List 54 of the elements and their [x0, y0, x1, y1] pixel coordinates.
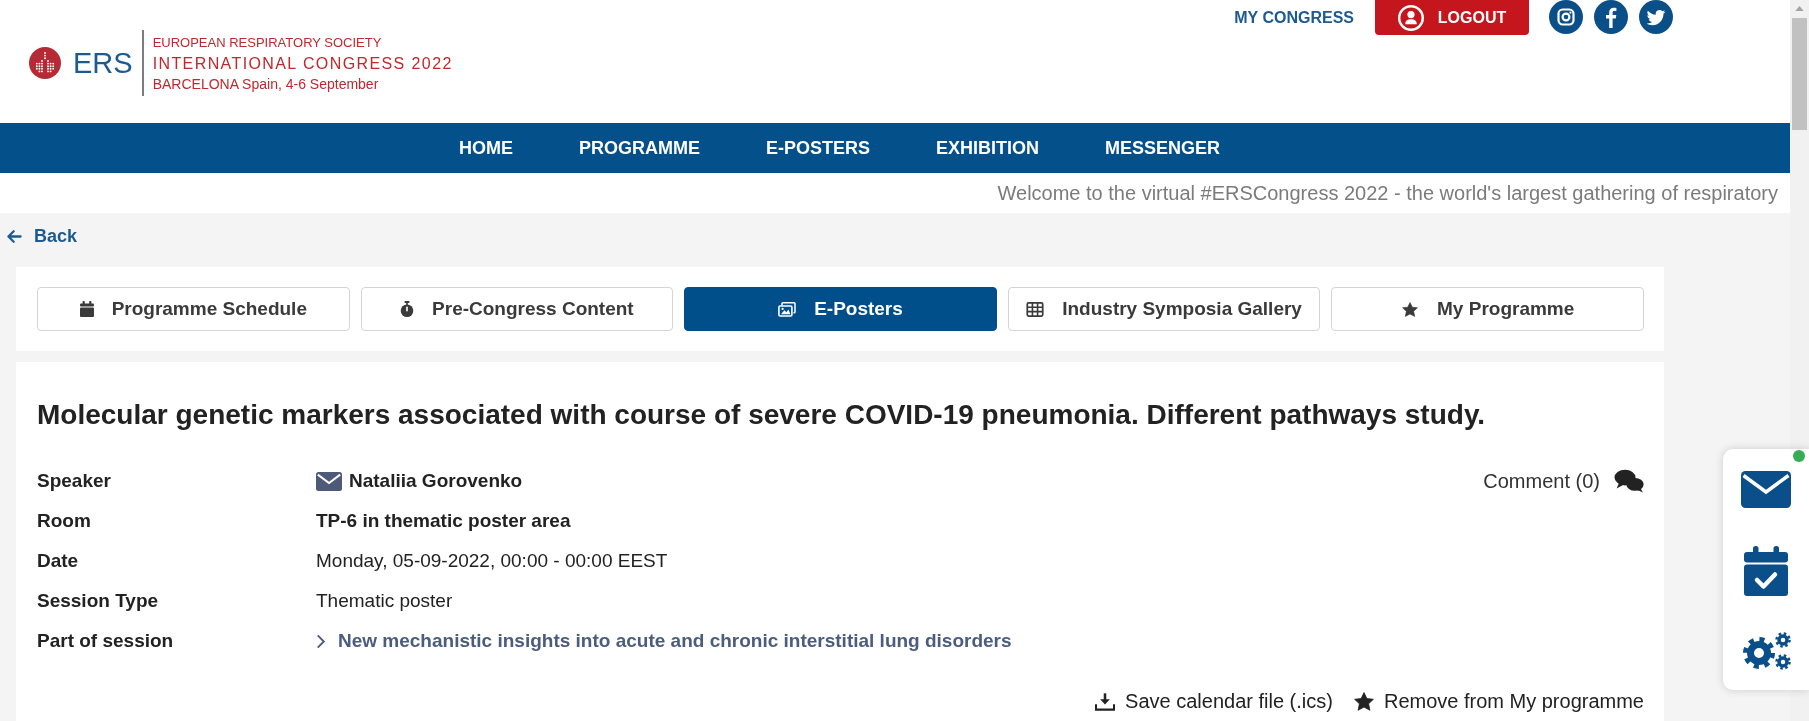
scrollbar-track[interactable] [1790, 690, 1809, 721]
tab[interactable]: Pre-Congress Content [360, 287, 674, 331]
instagram-icon[interactable] [1549, 0, 1583, 34]
session-link[interactable]: New mechanistic insights into acute and chronic interstitial lung disorders [316, 630, 1012, 652]
detail-label: Date [37, 550, 80, 572]
congress-name: INTERNATIONAL CONGRESS 2022 [152, 53, 453, 74]
nav-link[interactable]: PROGRAMME [579, 123, 700, 173]
chat-bubbles-icon [1614, 469, 1644, 493]
congress-location: BARCELONA Spain, 4-6 September [152, 74, 380, 94]
nav-link[interactable]: HOME [459, 123, 513, 173]
back-link[interactable]: Back [7, 223, 78, 249]
detail-value: Thematic poster [316, 590, 454, 612]
remove-from-programme-button[interactable]: Remove from My programme [1353, 689, 1644, 713]
calendar-icon [79, 301, 94, 317]
scrollbar-track[interactable] [1790, 0, 1809, 449]
society-name: EUROPEAN RESPIRATORY SOCIETY [152, 33, 383, 52]
scrollbar-thumb[interactable] [1792, 18, 1807, 130]
nav-link[interactable]: EXHIBITION [936, 123, 1040, 173]
gears-icon[interactable] [1741, 631, 1791, 671]
detail-label: Speaker [37, 470, 112, 492]
calendar-check-icon[interactable] [1744, 546, 1788, 596]
session-title: Molecular genetic markers associated with course of severe COVID-19 pneumonia. Different pathways study. [37, 398, 1487, 432]
logout-button[interactable]: LOGOUT [1375, 0, 1529, 35]
tab[interactable]: Industry Symposia Gallery [1007, 287, 1321, 331]
lungs-logo-icon [29, 47, 61, 79]
stopwatch-icon [400, 301, 415, 317]
tab[interactable]: Programme Schedule [37, 287, 350, 331]
welcome-ticker: Welcome to the virtual #ERSCongress 2022 - the world's largest gathering of respiratory [0, 173, 1790, 213]
comment-link[interactable]: Comment (0) [1483, 461, 1644, 501]
images-icon [778, 301, 797, 317]
download-icon [1095, 691, 1116, 711]
nav-link[interactable]: E-POSTERS [766, 123, 871, 173]
tab[interactable]: My Programme [1331, 287, 1644, 331]
nav-link[interactable]: MESSENGER [1105, 123, 1221, 173]
chevron-right-icon [316, 633, 326, 649]
twitter-icon[interactable] [1639, 0, 1673, 34]
detail-label: Room [37, 510, 92, 532]
user-circle-icon [1397, 4, 1424, 31]
star-icon [1401, 301, 1420, 317]
grid-icon [1026, 301, 1045, 317]
facebook-icon[interactable] [1594, 0, 1628, 34]
save-calendar-button[interactable]: Save calendar file (.ics) [1095, 689, 1333, 713]
star-icon [1353, 691, 1374, 711]
detail-label: Session Type [37, 590, 160, 612]
logo-wordmark: ERS [73, 46, 133, 80]
envelope-icon[interactable] [1741, 471, 1791, 508]
arrow-left-icon [7, 229, 22, 243]
tab[interactable]: E-Posters [684, 287, 997, 331]
my-congress-link[interactable]: MY CONGRESS [1234, 9, 1354, 27]
detail-value: TP-6 in thematic poster area [316, 510, 572, 532]
detail-value: Monday, 05-09-2022, 00:00 - 00:00 EEST [316, 550, 669, 572]
detail-label: Part of session [37, 630, 175, 652]
speaker-name: Nataliia Gorovenko [349, 470, 523, 492]
envelope-icon[interactable] [316, 471, 342, 491]
